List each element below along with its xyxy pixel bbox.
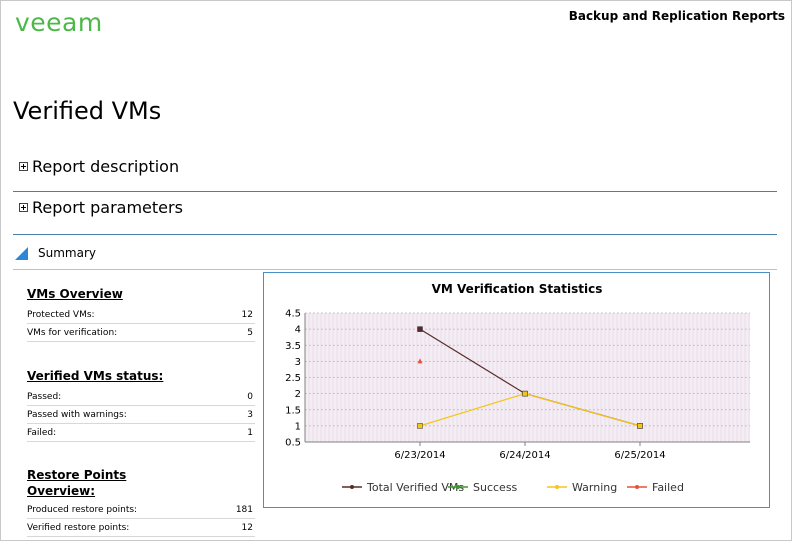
stat-row: Passed: 0 bbox=[27, 388, 255, 406]
stat-label: Passed with warnings: bbox=[27, 409, 127, 420]
page-title: Verified VMs bbox=[13, 97, 162, 125]
y-tick-label: 3.5 bbox=[285, 341, 301, 352]
stat-label: Protected VMs: bbox=[27, 309, 95, 320]
y-tick-label: 4.5 bbox=[285, 309, 301, 320]
stat-value: 5 bbox=[247, 327, 253, 338]
chart-title: VM Verification Statistics bbox=[432, 282, 603, 296]
restore-points-heading-line1: Restore Points bbox=[27, 468, 127, 482]
section-divider bbox=[13, 234, 777, 235]
x-tick-label: 6/23/2014 bbox=[394, 450, 445, 461]
summary-divider bbox=[13, 269, 777, 270]
stat-row: Passed with warnings: 3 bbox=[27, 406, 255, 424]
stat-label: VMs for verification: bbox=[27, 327, 118, 338]
summary-label: Summary bbox=[38, 246, 96, 260]
legend-marker bbox=[555, 485, 559, 489]
vm-verification-chart: VM Verification Statistics 0.5 1 1.5 2 2.5 3 3.… bbox=[263, 272, 770, 508]
stat-value: 0 bbox=[247, 391, 253, 402]
legend-label: Warning bbox=[572, 481, 617, 494]
report-page: veeam Backup and Replication Reports Ver… bbox=[0, 0, 792, 541]
chart-svg: VM Verification Statistics 0.5 1 1.5 2 2.5 3 3.… bbox=[285, 282, 750, 494]
stat-value: 181 bbox=[235, 504, 253, 515]
restore-points-block: Restore Points Overview: Produced restor… bbox=[27, 467, 255, 537]
y-tick-label: 4 bbox=[295, 325, 301, 336]
report-parameters-toggle[interactable]: Report parameters bbox=[19, 198, 183, 217]
stat-row: Produced restore points: 181 bbox=[27, 501, 255, 519]
stat-value: 12 bbox=[241, 309, 253, 320]
legend-marker bbox=[456, 485, 460, 489]
expand-icon bbox=[19, 203, 28, 212]
y-tick-label: 1 bbox=[295, 421, 301, 432]
veeam-logo: veeam bbox=[15, 9, 103, 35]
data-point bbox=[417, 326, 423, 332]
x-tick-label: 6/25/2014 bbox=[614, 450, 665, 461]
legend-label: Success bbox=[473, 481, 518, 494]
verified-status-heading: Verified VMs status: bbox=[27, 369, 164, 383]
y-tick-label: 1.5 bbox=[285, 405, 301, 416]
stat-row: Failed: 1 bbox=[27, 424, 255, 442]
report-description-toggle[interactable]: Report description bbox=[19, 157, 179, 176]
legend-marker bbox=[635, 485, 639, 489]
stat-row: Protected VMs: 12 bbox=[27, 306, 255, 324]
logo-text: veeam bbox=[15, 9, 103, 35]
legend-label: Failed bbox=[652, 481, 684, 494]
stat-value: 3 bbox=[247, 409, 253, 420]
verified-status-block: Verified VMs status: Passed: 0 Passed wi… bbox=[27, 368, 255, 442]
report-parameters-label: Report parameters bbox=[32, 198, 183, 217]
y-tick-label: 0.5 bbox=[285, 438, 301, 449]
data-point bbox=[522, 390, 528, 397]
section-divider bbox=[13, 191, 777, 192]
stat-row: Verified restore points: 12 bbox=[27, 519, 255, 537]
collapse-triangle-icon bbox=[15, 246, 28, 260]
stat-row: VMs for verification: 5 bbox=[27, 324, 255, 342]
data-point bbox=[637, 423, 643, 429]
vms-overview-heading: VMs Overview bbox=[27, 287, 123, 301]
y-tick-label: 2.5 bbox=[285, 373, 301, 384]
stat-label: Failed: bbox=[27, 427, 57, 438]
plot-area bbox=[305, 313, 750, 442]
expand-icon bbox=[19, 162, 28, 171]
vms-overview-block: VMs Overview Protected VMs: 12 VMs for v… bbox=[27, 286, 255, 342]
stat-label: Verified restore points: bbox=[27, 522, 130, 533]
y-tick-label: 3 bbox=[295, 357, 301, 368]
stat-value: 12 bbox=[241, 522, 253, 533]
legend-marker bbox=[350, 485, 354, 489]
y-tick-label: 2 bbox=[295, 389, 301, 400]
report-description-label: Report description bbox=[32, 157, 180, 176]
x-tick-label: 6/24/2014 bbox=[499, 450, 550, 461]
stat-value: 1 bbox=[247, 427, 253, 438]
data-point bbox=[417, 423, 423, 429]
stat-label: Passed: bbox=[27, 391, 62, 402]
restore-points-heading-line2: Overview: bbox=[27, 484, 96, 498]
stat-label: Produced restore points: bbox=[27, 504, 138, 515]
summary-toggle[interactable]: Summary bbox=[15, 246, 96, 260]
report-suite-title: Backup and Replication Reports bbox=[568, 9, 785, 23]
